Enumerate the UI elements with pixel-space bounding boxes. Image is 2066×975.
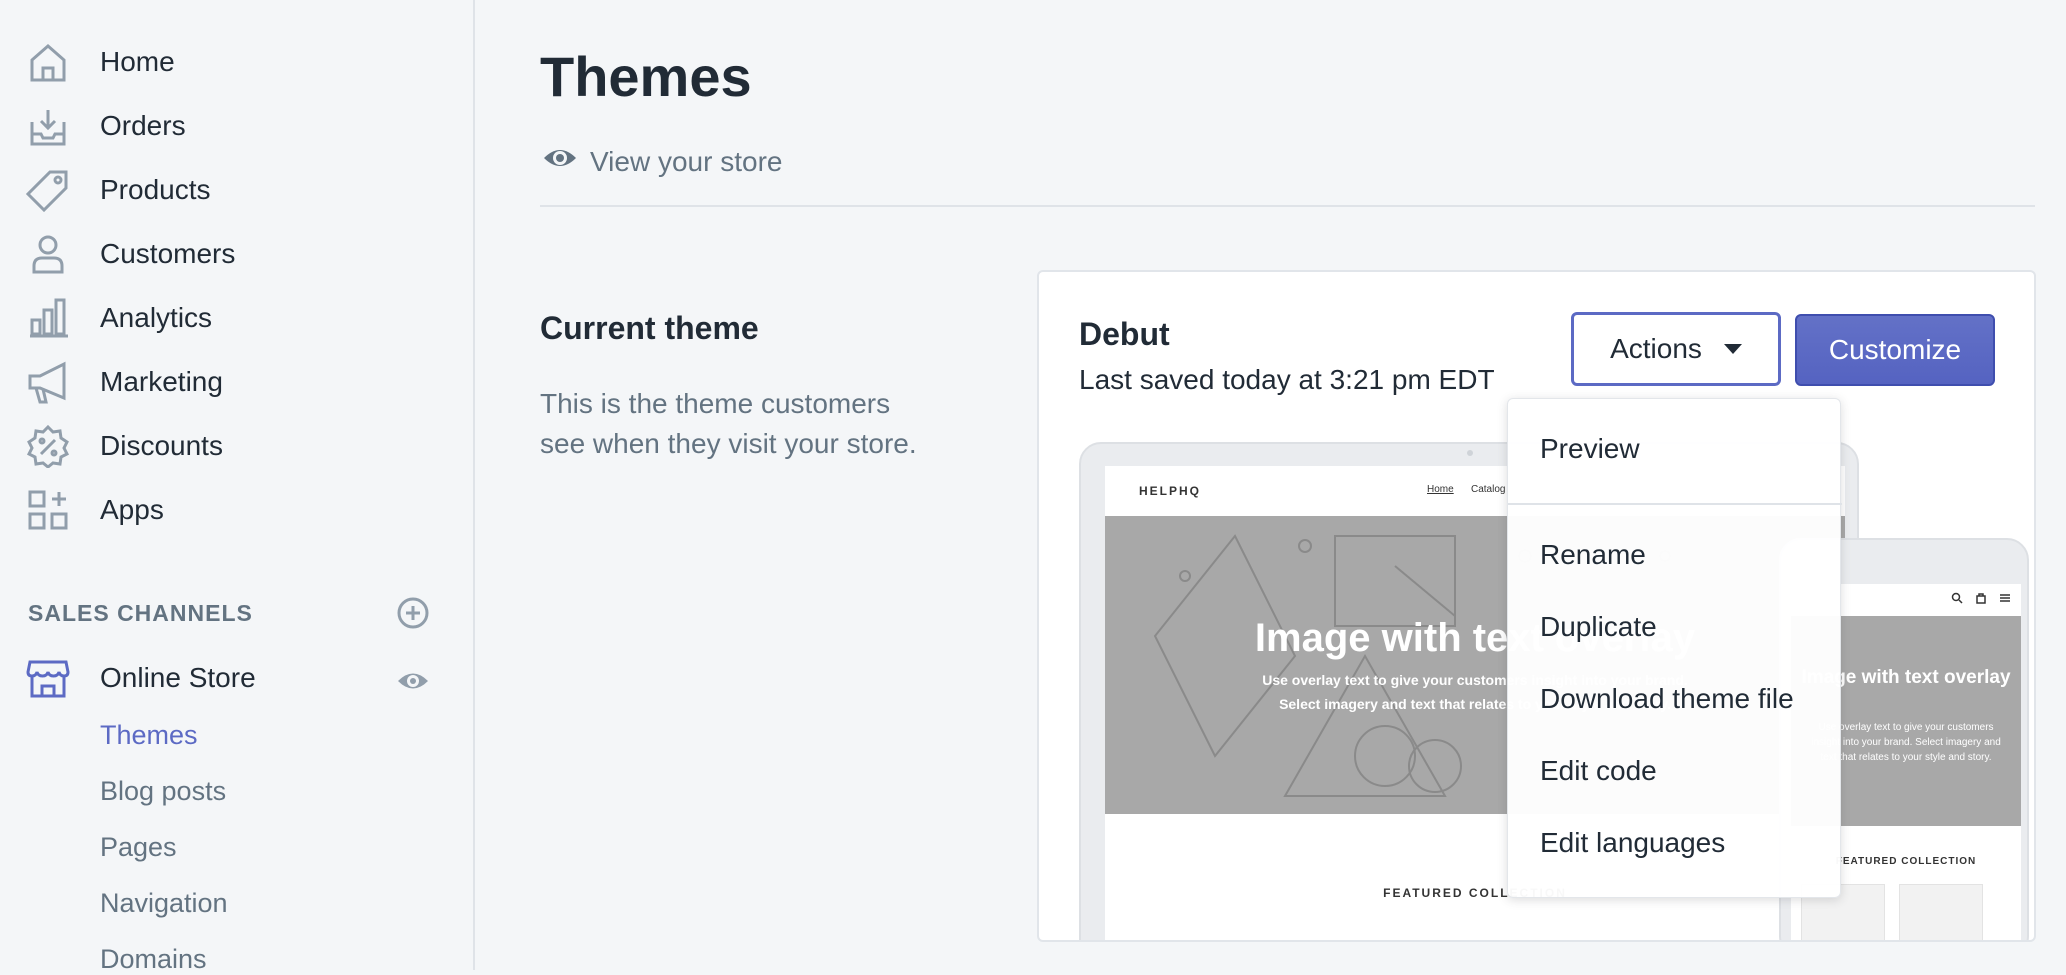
sidebar-item-label: Marketing bbox=[100, 366, 223, 397]
person-icon bbox=[26, 232, 70, 276]
menu-item-download-theme-file[interactable]: Download theme file bbox=[1540, 683, 1794, 715]
mobile-preview-header-icons bbox=[1951, 592, 2011, 604]
sidebar-subitem-blog-posts[interactable]: Blog posts bbox=[100, 776, 226, 807]
sales-channels-heading: SALES CHANNELS bbox=[28, 600, 253, 626]
sidebar-item-label: Online Store bbox=[100, 662, 256, 693]
current-theme-description: This is the theme customers see when the… bbox=[540, 388, 917, 459]
sidebar-subitem-pages[interactable]: Pages bbox=[100, 832, 177, 863]
bar-chart-icon bbox=[26, 296, 70, 340]
mobile-product-tile bbox=[1899, 884, 1983, 940]
menu-item-rename[interactable]: Rename bbox=[1540, 539, 1646, 571]
sidebar-item-label: Home bbox=[100, 46, 175, 77]
sidebar-item-analytics[interactable]: Analytics bbox=[0, 288, 474, 348]
page-title: Themes bbox=[540, 45, 752, 108]
theme-last-saved: Last saved today at 3:21 pm EDT bbox=[1079, 364, 1495, 395]
preview-nav-catalog: Catalog bbox=[1471, 484, 1506, 495]
sidebar-subitem-domains[interactable]: Domains bbox=[100, 944, 207, 975]
preview-brand: HELPHQ bbox=[1139, 484, 1202, 498]
orders-icon bbox=[26, 104, 70, 148]
sidebar-item-products[interactable]: Products bbox=[0, 160, 474, 220]
sidebar-subitem-navigation[interactable]: Navigation bbox=[100, 888, 228, 919]
actions-button[interactable]: Actions bbox=[1571, 312, 1781, 386]
sidebar-item-label: Analytics bbox=[100, 302, 213, 333]
sidebar-item-label: Orders bbox=[100, 110, 186, 141]
cart-icon bbox=[1976, 593, 1986, 604]
menu-item-edit-code[interactable]: Edit code bbox=[1540, 755, 1657, 787]
menu-item-preview[interactable]: Preview bbox=[1540, 433, 1640, 465]
sidebar-item-label: Apps bbox=[100, 494, 164, 525]
theme-name: Debut bbox=[1079, 316, 1170, 352]
view-store-link[interactable]: View your store bbox=[542, 140, 782, 183]
megaphone-icon bbox=[26, 360, 70, 404]
sidebar: Home Orders Products Customers Analytics… bbox=[0, 0, 475, 974]
search-icon bbox=[1951, 592, 1963, 604]
sidebar-item-marketing[interactable]: Marketing bbox=[0, 352, 474, 412]
preview-nav-home: Home bbox=[1427, 484, 1454, 495]
sidebar-item-label: Products bbox=[100, 174, 211, 205]
sidebar-item-customers[interactable]: Customers bbox=[0, 224, 474, 284]
menu-item-duplicate[interactable]: Duplicate bbox=[1540, 611, 1657, 643]
menu-divider bbox=[1508, 503, 1842, 505]
caret-down-icon bbox=[1723, 344, 1742, 354]
sidebar-item-label: Discounts bbox=[100, 430, 223, 461]
current-theme-heading: Current theme bbox=[540, 310, 759, 346]
tag-icon bbox=[25, 168, 70, 213]
sidebar-item-label: Customers bbox=[100, 238, 236, 269]
menu-icon bbox=[2000, 594, 2010, 602]
view-store-label: View your store bbox=[590, 145, 783, 177]
sidebar-item-home[interactable]: Home bbox=[0, 32, 474, 92]
add-sales-channel-icon[interactable] bbox=[396, 596, 430, 630]
laptop-camera bbox=[1467, 450, 1473, 456]
actions-dropdown-menu: Preview Rename Duplicate Download theme … bbox=[1507, 398, 1842, 898]
sidebar-subitem-themes[interactable]: Themes bbox=[100, 720, 198, 751]
store-icon bbox=[26, 656, 70, 700]
view-store-eye-icon[interactable] bbox=[396, 664, 430, 698]
customize-button[interactable]: Customize bbox=[1795, 314, 1995, 386]
apps-icon bbox=[26, 488, 70, 532]
eye-icon bbox=[542, 140, 578, 183]
home-icon bbox=[26, 40, 70, 84]
sidebar-item-discounts[interactable]: Discounts bbox=[0, 416, 474, 476]
sidebar-item-orders[interactable]: Orders bbox=[0, 96, 474, 156]
header-divider bbox=[540, 205, 2035, 207]
sidebar-item-apps[interactable]: Apps bbox=[0, 480, 474, 540]
actions-label: Actions bbox=[1610, 333, 1702, 364]
menu-item-edit-languages[interactable]: Edit languages bbox=[1540, 827, 1725, 859]
discount-icon bbox=[26, 424, 70, 469]
